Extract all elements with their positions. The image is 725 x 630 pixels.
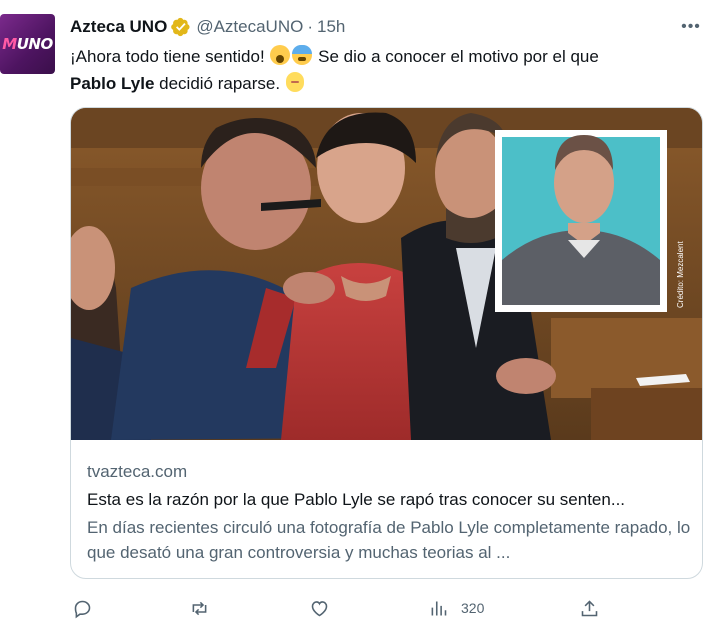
link-card[interactable]: Crédito: Mezcalent tvazteca.com Esta es … xyxy=(70,107,703,579)
views-button[interactable]: 320 xyxy=(428,595,484,621)
image-credit: Crédito: Mezcalent xyxy=(676,241,685,308)
reply-icon xyxy=(74,600,91,618)
card-image[interactable]: Crédito: Mezcalent xyxy=(71,108,702,440)
retweet-icon xyxy=(192,601,207,615)
share-icon xyxy=(581,599,598,616)
retweet-button[interactable] xyxy=(189,595,210,621)
share-button[interactable] xyxy=(579,595,600,621)
face-screaming-emoji xyxy=(270,45,291,65)
card-description: En días recientes circuló una fotografía… xyxy=(87,518,691,562)
avatar[interactable]: MUNO xyxy=(0,14,55,74)
views-count: 320 xyxy=(461,600,485,616)
like-button[interactable] xyxy=(309,595,330,621)
heart-icon xyxy=(311,600,328,616)
avatar-logo: MUNO xyxy=(2,35,53,53)
tweet-text-part1: ¡Ahora todo tiene sentido! xyxy=(70,47,270,66)
reply-button[interactable] xyxy=(72,595,93,621)
more-options-icon[interactable]: ••• xyxy=(678,14,704,40)
tweet-header: Azteca UNO @AztecaUNO · 15h xyxy=(70,16,345,38)
tweet-text-part2: Se dio a conocer el motivo por el que xyxy=(313,47,599,66)
courtroom-photo: Crédito: Mezcalent xyxy=(71,108,702,440)
views-chart-icon xyxy=(431,601,447,615)
card-title[interactable]: Esta es la razón por la que Pablo Lyle s… xyxy=(87,489,692,511)
timestamp[interactable]: 15h xyxy=(317,17,345,37)
tweet-text: ¡Ahora todo tiene sentido! Se dio a cono… xyxy=(70,43,710,97)
tweet-text-part3: decidió raparse. xyxy=(154,74,285,93)
fearful-face-emoji xyxy=(292,45,313,65)
card-domain[interactable]: tvazteca.com xyxy=(87,462,187,482)
tweet-text-name: Pablo Lyle xyxy=(70,74,155,93)
handle[interactable]: @AztecaUNO xyxy=(196,17,303,37)
tweet-actions: 320 xyxy=(70,595,610,621)
display-name[interactable]: Azteca UNO xyxy=(70,17,167,37)
verified-badge-icon[interactable] xyxy=(171,17,191,37)
tweet[interactable]: MUNO Azteca UNO @AztecaUNO · 15h ••• ¡Ah… xyxy=(0,0,725,630)
separator-dot: · xyxy=(307,17,313,36)
bald-person-emoji xyxy=(285,72,304,92)
